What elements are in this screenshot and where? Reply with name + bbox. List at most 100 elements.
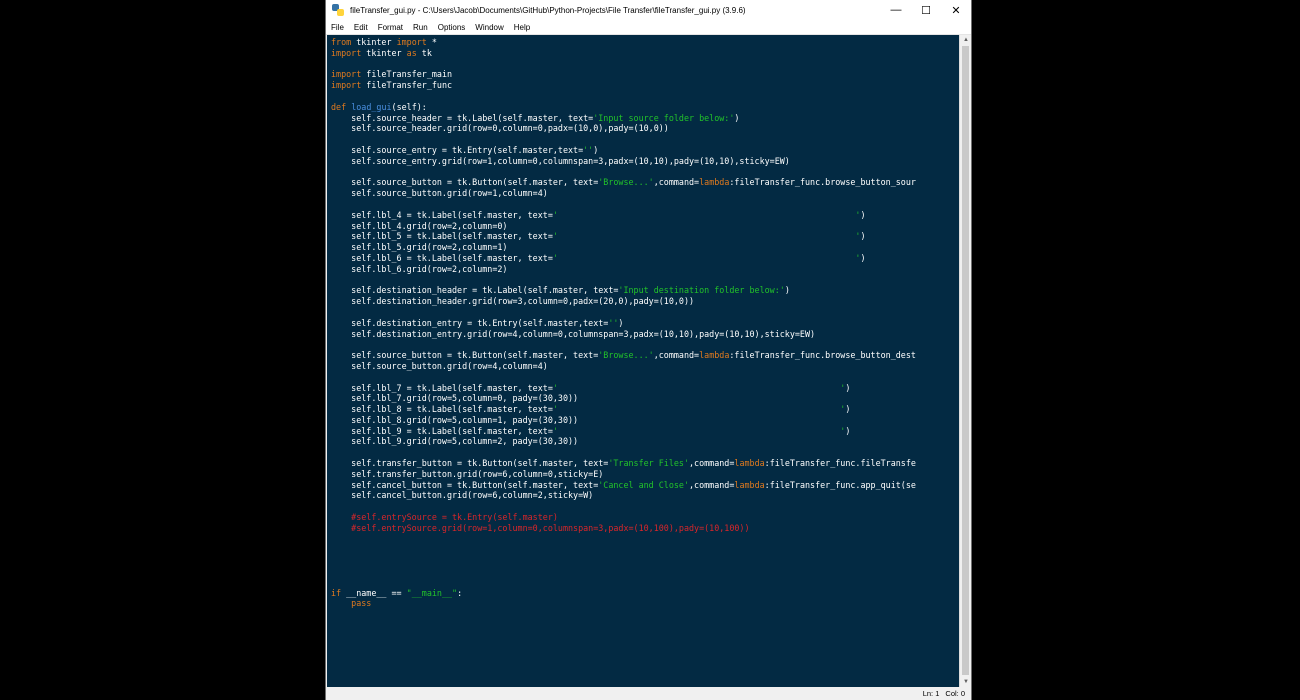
code-line[interactable]: self.lbl_9.grid(row=5,column=2, pady=(30…	[331, 436, 959, 447]
code-line[interactable]: self.source_entry.grid(row=1,column=0,co…	[331, 156, 959, 167]
code-line[interactable]: import tkinter as tk	[331, 48, 959, 59]
code-line[interactable]: self.source_button = tk.Button(self.mast…	[331, 350, 959, 361]
code-token: )	[860, 209, 866, 220]
python-icon	[332, 4, 344, 16]
code-line[interactable]: self.lbl_6 = tk.Label(self.master, text=…	[331, 253, 959, 264]
window-controls: — ☐ ✕	[881, 0, 971, 20]
code-line[interactable]: self.lbl_7 = tk.Label(self.master, text=…	[331, 383, 959, 394]
code-line[interactable]: self.lbl_4.grid(row=2,column=0)	[331, 221, 959, 232]
code-line[interactable]: self.source_button = tk.Button(self.mast…	[331, 177, 959, 188]
code-line[interactable]	[331, 501, 959, 512]
code-line[interactable]: self.lbl_6.grid(row=2,column=2)	[331, 264, 959, 275]
code-token: ''	[608, 317, 619, 328]
code-line[interactable]: self.lbl_7.grid(row=5,column=0, pady=(30…	[331, 393, 959, 404]
code-line[interactable]: #self.entrySource.grid(row=1,column=0,co…	[331, 523, 959, 534]
menu-window[interactable]: Window	[470, 23, 508, 32]
code-token: )	[860, 252, 866, 263]
minimize-button[interactable]: —	[881, 0, 911, 20]
code-line[interactable]: #self.entrySource = tk.Entry(self.master…	[331, 512, 959, 523]
code-line[interactable]: self.source_button.grid(row=4,column=4)	[331, 361, 959, 372]
code-line[interactable]: import fileTransfer_main	[331, 69, 959, 80]
code-token: :fileTransfer_func.browse_button_sour	[729, 177, 916, 188]
menu-format[interactable]: Format	[373, 23, 408, 32]
code-line[interactable]: import fileTransfer_func	[331, 80, 959, 91]
code-token: self.lbl_7 = tk.Label(self.master, text=	[331, 382, 553, 393]
menu-help[interactable]: Help	[509, 23, 535, 32]
code-token: tk	[416, 47, 432, 58]
code-token: self.lbl_6.grid(row=2,column=2)	[331, 263, 508, 274]
code-line[interactable]	[331, 372, 959, 383]
code-line[interactable]	[331, 544, 959, 555]
title-bar[interactable]: fileTransfer_gui.py - C:\Users\Jacob\Doc…	[326, 0, 971, 20]
code-line[interactable]: self.transfer_button = tk.Button(self.ma…	[331, 458, 959, 469]
code-line[interactable]: self.lbl_8 = tk.Label(self.master, text=…	[331, 404, 959, 415]
menu-edit[interactable]: Edit	[349, 23, 373, 32]
close-button[interactable]: ✕	[941, 0, 971, 20]
code-token: self.destination_entry.grid(row=4,column…	[331, 328, 816, 339]
code-line[interactable]: self.cancel_button = tk.Button(self.mast…	[331, 480, 959, 491]
code-line[interactable]: self.lbl_5.grid(row=2,column=1)	[331, 242, 959, 253]
code-token: )	[845, 425, 851, 436]
code-line[interactable]: if __name__ == "__main__":	[331, 588, 959, 599]
code-line[interactable]: self.destination_header = tk.Label(self.…	[331, 285, 959, 296]
code-line[interactable]	[331, 167, 959, 178]
code-token: fileTransfer_main	[361, 69, 453, 80]
code-line[interactable]: self.source_header = tk.Label(self.maste…	[331, 113, 959, 124]
scroll-up-arrow-icon[interactable]: ▲	[960, 35, 972, 45]
code-token: self.source_header.grid(row=0,column=0,p…	[331, 123, 669, 134]
code-line[interactable]	[331, 275, 959, 286]
menu-options[interactable]: Options	[433, 23, 471, 32]
code-token: ,command=	[689, 479, 735, 490]
code-line[interactable]	[331, 534, 959, 545]
code-token: #self.entrySource.grid(row=1,column=0,co…	[331, 522, 750, 533]
code-line[interactable]: pass	[331, 598, 959, 609]
code-token: __name__ ==	[341, 587, 407, 598]
code-line[interactable]: self.transfer_button.grid(row=6,column=0…	[331, 469, 959, 480]
code-line[interactable]	[331, 447, 959, 458]
code-token: self.cancel_button.grid(row=6,column=2,s…	[331, 490, 594, 501]
code-token: self.source_entry = tk.Entry(self.master…	[331, 144, 584, 155]
scroll-down-arrow-icon[interactable]: ▼	[960, 677, 972, 687]
code-editor[interactable]: from tkinter import * import tkinter as t…	[327, 35, 959, 687]
code-token: self.lbl_5 = tk.Label(self.master, text=	[331, 231, 553, 242]
code-token: 'Input source folder below:'	[593, 112, 735, 123]
code-line[interactable]: from tkinter import *	[331, 37, 959, 48]
code-line[interactable]: self.destination_entry.grid(row=4,column…	[331, 329, 959, 340]
code-line[interactable]	[331, 307, 959, 318]
code-token: self.lbl_5.grid(row=2,column=1)	[331, 242, 508, 253]
code-token: self.source_entry.grid(row=1,column=0,co…	[331, 155, 790, 166]
code-line[interactable]	[331, 199, 959, 210]
column-indicator: Col: 0	[945, 689, 965, 698]
window-title: fileTransfer_gui.py - C:\Users\Jacob\Doc…	[350, 5, 746, 15]
code-token: 'Input destination folder below:'	[618, 285, 785, 296]
menu-file[interactable]: File	[326, 23, 349, 32]
code-line[interactable]	[331, 339, 959, 350]
code-token: self.lbl_6 = tk.Label(self.master, text=	[331, 252, 553, 263]
code-line[interactable]	[331, 91, 959, 102]
code-line[interactable]: self.source_entry = tk.Entry(self.master…	[331, 145, 959, 156]
vertical-scrollbar[interactable]: ▲ ▼	[959, 35, 971, 687]
maximize-button[interactable]: ☐	[911, 0, 941, 20]
code-token: ' '	[552, 231, 861, 242]
code-line[interactable]: self.source_button.grid(row=1,column=4)	[331, 188, 959, 199]
code-line[interactable]	[331, 134, 959, 145]
code-token: fileTransfer_func	[361, 80, 453, 91]
code-line[interactable]: self.lbl_9 = tk.Label(self.master, text=…	[331, 426, 959, 437]
code-line[interactable]: self.source_header.grid(row=0,column=0,p…	[331, 123, 959, 134]
code-line[interactable]	[331, 59, 959, 70]
code-token: if	[331, 587, 342, 598]
code-line[interactable]	[331, 577, 959, 588]
code-line[interactable]: self.lbl_4 = tk.Label(self.master, text=…	[331, 210, 959, 221]
menu-run[interactable]: Run	[408, 23, 433, 32]
code-line[interactable]: self.destination_entry = tk.Entry(self.m…	[331, 318, 959, 329]
code-line[interactable]	[331, 555, 959, 566]
code-line[interactable]: self.cancel_button.grid(row=6,column=2,s…	[331, 490, 959, 501]
scrollbar-thumb[interactable]	[962, 46, 969, 675]
code-text[interactable]: from tkinter import * import tkinter as t…	[327, 35, 959, 609]
code-line[interactable]: self.destination_header.grid(row=3,colum…	[331, 296, 959, 307]
code-line[interactable]: self.lbl_8.grid(row=5,column=1, pady=(30…	[331, 415, 959, 426]
code-line[interactable]	[331, 566, 959, 577]
code-token: ' '	[552, 209, 861, 220]
code-line[interactable]: self.lbl_5 = tk.Label(self.master, text=…	[331, 231, 959, 242]
code-line[interactable]: def load_gui(self):	[331, 102, 959, 113]
